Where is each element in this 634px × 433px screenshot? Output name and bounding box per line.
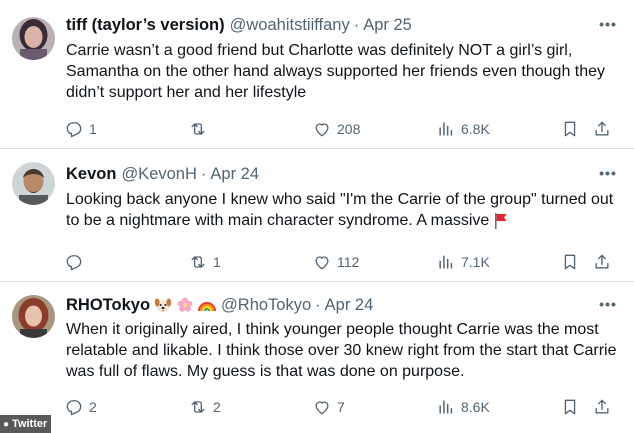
view-count: 7.1K (461, 254, 490, 270)
user-handle[interactable]: @KevonH (121, 165, 196, 184)
tweet-header: RHOTokyo @RhoTokyo · Apr 24 (66, 294, 594, 316)
bookmark-button[interactable] (560, 395, 580, 419)
heart-icon (315, 123, 329, 137)
view-count: 8.6K (461, 399, 490, 415)
analytics-icon (439, 255, 453, 269)
tweet-date[interactable]: Apr 24 (325, 296, 374, 315)
bookmark-icon (564, 399, 576, 415)
share-button[interactable] (592, 395, 612, 419)
bird-icon: ● (3, 418, 10, 430)
heart-icon (315, 401, 329, 415)
cherry-blossom-icon (177, 297, 193, 312)
reply-count: 1 (89, 121, 97, 137)
reply-button[interactable] (64, 250, 89, 274)
reply-count: 2 (89, 399, 97, 415)
tweet[interactable]: Kevon @KevonH · Apr 24 ••• Looking back … (0, 149, 634, 282)
avatar[interactable] (12, 295, 55, 338)
tweet-text: Looking back anyone I knew who said "I'm… (66, 191, 614, 229)
like-button[interactable]: 7 (312, 395, 345, 419)
like-count: 208 (337, 121, 361, 137)
reply-icon (66, 122, 82, 138)
tweet-text: When it originally aired, I think younge… (66, 321, 617, 380)
view-count: 6.8K (461, 121, 490, 137)
reply-icon (66, 255, 82, 271)
share-icon (595, 254, 609, 269)
bookmark-button[interactable] (560, 117, 580, 141)
separator: · (200, 164, 207, 183)
like-button[interactable]: 208 (312, 117, 360, 141)
tweet[interactable]: tiff (taylor’s version) @woahitstiiffany… (0, 0, 634, 149)
more-icon[interactable]: ••• (598, 294, 618, 314)
share-button[interactable] (592, 250, 612, 274)
like-button[interactable]: 112 (312, 250, 359, 274)
tweet-text: Carrie wasn’t a good friend but Charlott… (66, 42, 606, 101)
bookmark-icon (564, 254, 576, 270)
views-button[interactable]: 7.1K (436, 250, 490, 274)
dog-face-icon (154, 298, 172, 312)
retweet-button[interactable]: 2 (188, 395, 221, 419)
analytics-icon (439, 122, 453, 136)
reply-button[interactable]: 1 (64, 117, 97, 141)
tweet-actions: 2 2 7 8.6K (64, 395, 620, 419)
like-count: 112 (337, 254, 360, 270)
twitter-watermark: ● Twitter (0, 415, 52, 433)
red-flag-icon (495, 212, 507, 229)
separator: · (353, 15, 360, 34)
rainbow-icon (198, 302, 217, 312)
display-name[interactable]: RHOTokyo (66, 296, 150, 315)
display-name[interactable]: tiff (taylor’s version) (66, 16, 225, 35)
tweet-date[interactable]: Apr 24 (210, 165, 259, 184)
tweet-actions: 1 112 7.1K (64, 250, 620, 274)
views-button[interactable]: 6.8K (436, 117, 490, 141)
tweet-header: tiff (taylor’s version) @woahitstiiffany… (66, 14, 594, 36)
share-icon (595, 121, 609, 136)
user-handle[interactable]: @RhoTokyo (221, 296, 311, 315)
heart-icon (315, 256, 329, 270)
bookmark-icon (564, 121, 576, 137)
share-icon (595, 399, 609, 414)
separator: · (315, 295, 321, 314)
retweet-count: 1 (213, 254, 221, 270)
avatar[interactable] (12, 162, 55, 205)
tweet-header: Kevon @KevonH · Apr 24 (66, 163, 594, 185)
retweet-count: 2 (213, 399, 221, 415)
avatar[interactable] (12, 17, 55, 60)
more-icon[interactable]: ••• (598, 163, 618, 183)
retweet-icon (191, 256, 205, 268)
retweet-icon (191, 401, 205, 413)
tweet-text-container: Looking back anyone I knew who said "I'm… (66, 189, 620, 231)
reply-button[interactable]: 2 (64, 395, 97, 419)
tweet[interactable]: RHOTokyo @RhoTokyo · Apr 24 ••• When it … (0, 282, 634, 433)
analytics-icon (439, 400, 453, 414)
tweet-feed: tiff (taylor’s version) @woahitstiiffany… (0, 0, 634, 433)
views-button[interactable]: 8.6K (436, 395, 490, 419)
retweet-button[interactable] (188, 117, 213, 141)
like-count: 7 (337, 399, 345, 415)
reply-icon (66, 400, 82, 416)
tweet-date[interactable]: Apr 25 (363, 16, 412, 35)
more-icon[interactable]: ••• (598, 14, 618, 34)
tweet-actions: 1 208 6.8K (64, 117, 620, 141)
retweet-button[interactable]: 1 (188, 250, 221, 274)
user-handle[interactable]: @woahitstiiffany (230, 16, 350, 35)
retweet-icon (191, 123, 205, 135)
share-button[interactable] (592, 117, 612, 141)
watermark-label: Twitter (12, 418, 48, 430)
bookmark-button[interactable] (560, 250, 580, 274)
display-name[interactable]: Kevon (66, 165, 116, 184)
